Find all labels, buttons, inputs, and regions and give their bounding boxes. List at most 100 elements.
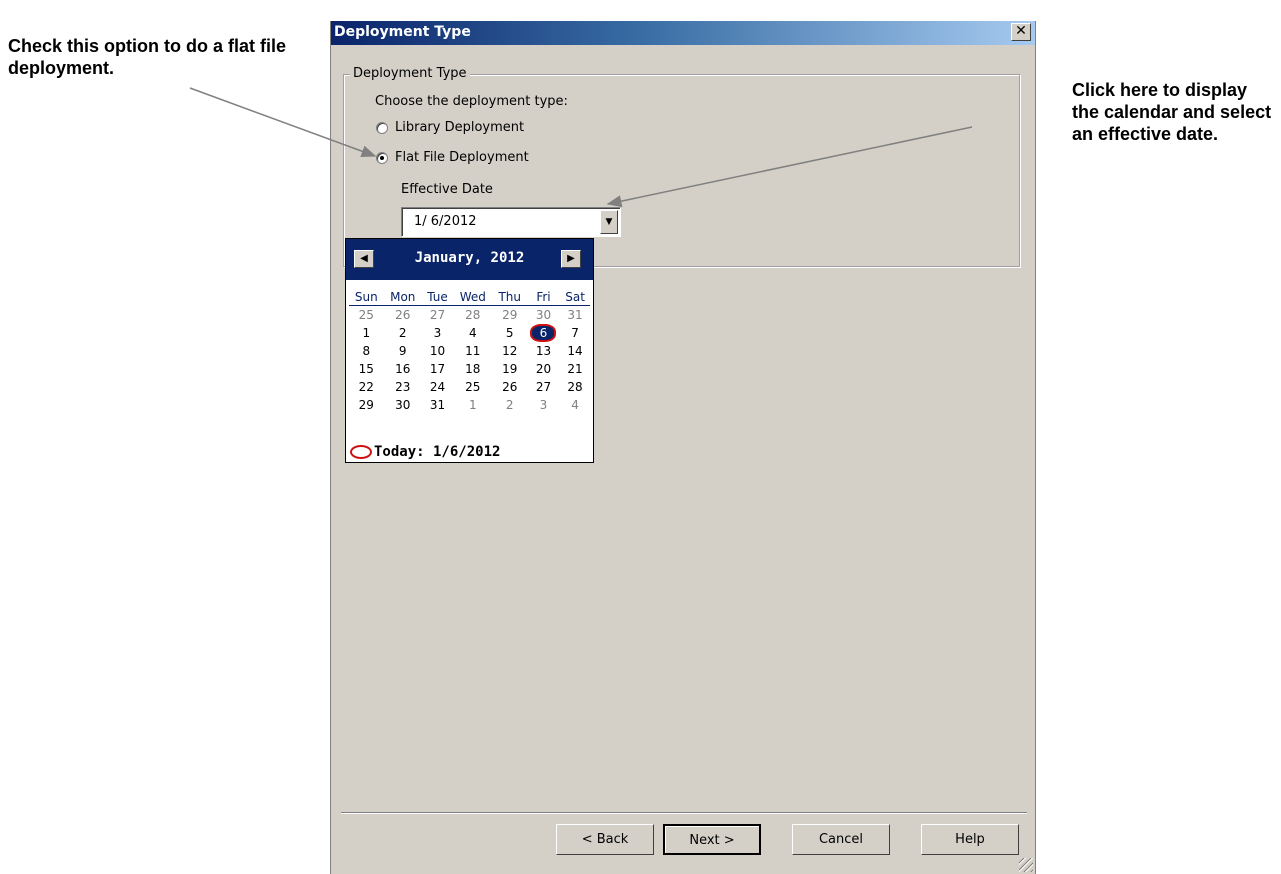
calendar-day[interactable]: 3	[422, 324, 453, 342]
calendar-day-number: 26	[502, 380, 518, 394]
calendar-day[interactable]: 29	[349, 396, 384, 414]
back-button[interactable]: < Back	[556, 824, 654, 855]
calendar-day[interactable]: 16	[384, 360, 422, 378]
calendar-day[interactable]: 30	[384, 396, 422, 414]
weekday-header: Wed	[452, 289, 493, 306]
next-month-button[interactable]: ▶	[561, 250, 581, 268]
calendar-dropdown-button[interactable]: ▼	[600, 210, 618, 234]
calendar-week-row: 8 9 10 11 12 13 14	[349, 342, 590, 360]
calendar-day-number: 5	[505, 326, 514, 340]
cancel-button[interactable]: Cancel	[792, 824, 890, 855]
calendar-day-number: 17	[429, 362, 446, 376]
help-button[interactable]: Help	[921, 824, 1019, 855]
calendar-day[interactable]: 27	[422, 306, 453, 325]
dialog-title: Deployment Type	[334, 24, 471, 40]
radio-label-library: Library Deployment	[395, 120, 525, 135]
calendar-day[interactable]: 7	[560, 324, 590, 342]
calendar-day-number: 2	[398, 326, 407, 340]
calendar-day[interactable]: 18	[453, 360, 493, 378]
calendar-day[interactable]: 12	[493, 342, 527, 360]
calendar-day[interactable]: 28	[453, 306, 493, 325]
weekday-header: Sun	[349, 289, 384, 306]
calendar-day[interactable]: 21	[560, 360, 590, 378]
weekday-header: Mon	[383, 289, 422, 306]
calendar-week-row: 15 16 17 18 19 20 21	[349, 360, 590, 378]
calendar-month-title: January, 2012	[414, 250, 525, 266]
calendar-day[interactable]: 10	[422, 342, 453, 360]
calendar-day-number: 25	[465, 380, 481, 394]
next-button[interactable]: Next >	[663, 824, 761, 855]
calendar-popup: ◀ January, 2012 ▶ Sun Mon Tue Wed Thu Fri Sat …	[345, 238, 594, 463]
calendar-day[interactable]: 5	[493, 324, 527, 342]
calendar-day-number: 31	[429, 398, 446, 412]
calendar-day-number: 16	[395, 362, 411, 376]
calendar-day[interactable]: 27	[527, 378, 560, 396]
calendar-day-number: 15	[358, 362, 374, 376]
calendar-day[interactable]: 30	[527, 306, 560, 325]
weekday-header: Fri	[526, 289, 561, 306]
calendar-day[interactable]: 22	[349, 378, 384, 396]
calendar-day[interactable]: 13	[527, 342, 560, 360]
calendar-day[interactable]: 4	[560, 396, 590, 414]
calendar-day-number: 28	[465, 308, 481, 322]
calendar-day[interactable]: 25	[453, 378, 493, 396]
calendar-day[interactable]: 8	[349, 342, 384, 360]
calendar-day-number: 3	[433, 326, 442, 340]
calendar-day[interactable]: 15	[349, 360, 384, 378]
calendar-day-number: 29	[502, 308, 518, 322]
today-label: Today: 1/6/2012	[374, 444, 501, 460]
resize-grip-icon[interactable]	[1019, 858, 1033, 872]
calendar-week-row: 29 30 31 1 2 3 4	[349, 396, 590, 414]
effective-date-label: Effective Date	[401, 182, 493, 197]
deployment-type-dialog: Deployment Type ✕ Deployment Type Choose…	[330, 21, 1036, 874]
effective-date-picker[interactable]: 1/ 6/2012 ▼	[401, 207, 621, 237]
calendar-day-number: 10	[429, 344, 446, 358]
today-marker-icon	[350, 445, 372, 459]
radio-button-flat-file[interactable]	[376, 151, 388, 164]
calendar-day[interactable]: 28	[560, 378, 590, 396]
arrow-right-icon: ▶	[567, 253, 575, 264]
calendar-day[interactable]: 2	[493, 396, 527, 414]
close-button[interactable]: ✕	[1011, 23, 1031, 41]
calendar-day[interactable]: 11	[453, 342, 493, 360]
calendar-day[interactable]: 20	[527, 360, 560, 378]
effective-date-value[interactable]: 1/ 6/2012	[414, 214, 477, 229]
calendar-day[interactable]: 25	[349, 306, 384, 325]
calendar-day-number: 7	[571, 326, 579, 340]
calendar-day-number: 24	[429, 380, 446, 394]
calendar-day[interactable]: 9	[384, 342, 422, 360]
calendar-day[interactable]: 26	[493, 378, 527, 396]
calendar-day[interactable]: 19	[493, 360, 527, 378]
calendar-day-number: 26	[395, 308, 411, 322]
calendar-week-row: 25 26 27 28 29 30 31	[349, 306, 590, 325]
radio-library-deployment[interactable]: Library Deployment	[376, 120, 524, 135]
calendar-day[interactable]: 24	[422, 378, 453, 396]
calendar-day[interactable]: 29	[493, 306, 527, 325]
calendar-day-number: 30	[535, 308, 552, 322]
radio-flat-file-deployment[interactable]: Flat File Deployment	[376, 150, 529, 165]
calendar-day[interactable]: 31	[422, 396, 453, 414]
calendar-day-number: 4	[571, 398, 579, 412]
calendar-day-number: 27	[429, 308, 446, 322]
calendar-day[interactable]: 17	[422, 360, 453, 378]
today-link[interactable]: Today: 1/6/2012	[350, 444, 500, 460]
calendar-day[interactable]: 23	[384, 378, 422, 396]
calendar-day-number: 31	[567, 308, 583, 322]
calendar-day-number: 22	[358, 380, 374, 394]
calendar-day-number: 11	[465, 344, 481, 358]
calendar-day-number: 27	[535, 380, 552, 394]
calendar-day-number: 1	[468, 398, 477, 412]
calendar-day-number: 6	[532, 326, 555, 340]
calendar-day-selected[interactable]: 6	[527, 324, 560, 342]
calendar-day[interactable]: 26	[384, 306, 422, 325]
calendar-day[interactable]: 14	[560, 342, 590, 360]
calendar-day-number: 14	[567, 344, 583, 358]
radio-button-library[interactable]	[376, 121, 388, 134]
calendar-day[interactable]: 1	[349, 324, 384, 342]
calendar-day[interactable]: 2	[384, 324, 422, 342]
calendar-day[interactable]: 4	[453, 324, 493, 342]
calendar-day[interactable]: 1	[453, 396, 493, 414]
calendar-day[interactable]: 31	[560, 306, 590, 325]
calendar-day[interactable]: 3	[527, 396, 560, 414]
calendar-day-number: 13	[535, 344, 552, 358]
